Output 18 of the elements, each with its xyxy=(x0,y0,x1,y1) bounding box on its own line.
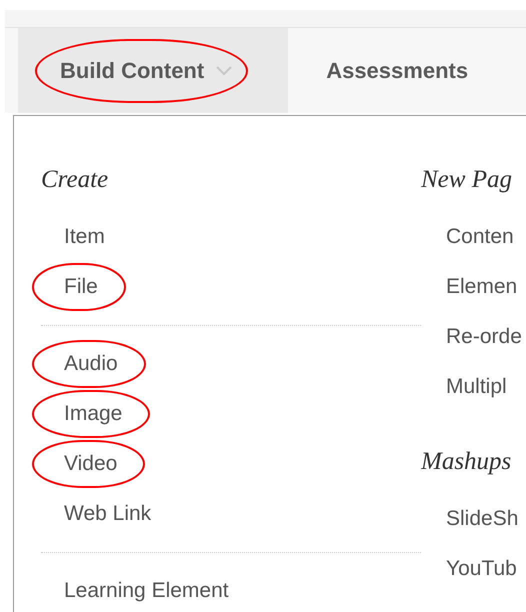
menu-tab[interactable]: Build Content xyxy=(18,28,288,113)
menu-item[interactable]: Elemen xyxy=(446,275,518,299)
menu-item[interactable]: Item xyxy=(64,225,105,249)
menu-tab[interactable]: Assessments xyxy=(288,28,524,113)
menu-item[interactable]: Audio xyxy=(64,352,118,376)
menu-heading: Mashups xyxy=(421,447,512,477)
menu-heading: Create xyxy=(41,165,110,195)
menu-heading: New Pag xyxy=(421,165,513,195)
menu-item[interactable]: SlideSh xyxy=(446,507,518,531)
menu-item[interactable]: Image xyxy=(64,402,122,426)
menu-item[interactable]: Learning Element xyxy=(64,579,229,603)
menu-item[interactable]: File xyxy=(64,275,98,299)
menu-item[interactable]: YouTub xyxy=(446,557,517,581)
menu-item[interactable]: Web Link xyxy=(64,502,152,526)
menu-item[interactable]: Multipl xyxy=(446,375,507,399)
menu-item[interactable]: Re-orde xyxy=(446,325,522,349)
menu-item[interactable]: Video xyxy=(64,452,118,476)
menu-item[interactable]: Conten xyxy=(446,225,514,249)
